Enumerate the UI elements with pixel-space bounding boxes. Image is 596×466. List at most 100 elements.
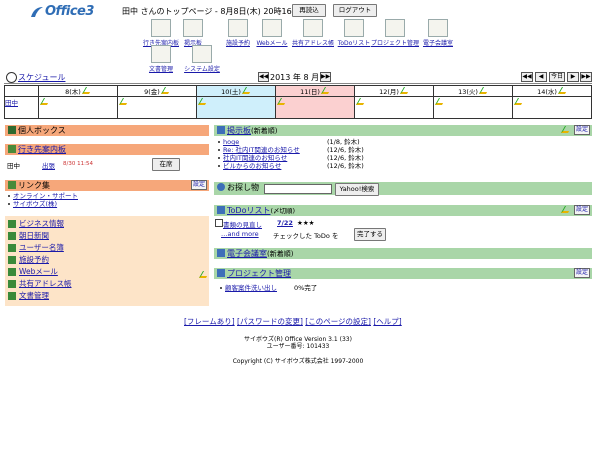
day-cell[interactable] bbox=[117, 96, 197, 119]
edit-icon[interactable] bbox=[276, 98, 289, 105]
app-webmail[interactable]: Webメール bbox=[254, 19, 290, 47]
todo-icon bbox=[217, 206, 225, 214]
month-label: 2013 年 8 月 bbox=[270, 73, 320, 82]
dest-status[interactable]: 出張 bbox=[42, 160, 55, 170]
schedule-title[interactable]: スケジュール bbox=[18, 72, 65, 83]
app-settings[interactable]: システム設定 bbox=[180, 45, 224, 73]
next-week-button[interactable]: ▶▶ bbox=[580, 72, 592, 82]
project-item[interactable]: 顧客案件洗い出し bbox=[220, 282, 277, 292]
menu-item[interactable]: 文書管理 bbox=[8, 290, 49, 301]
day-header[interactable]: 8(木) bbox=[38, 85, 118, 97]
prev-day-button[interactable]: ◀ bbox=[535, 72, 547, 82]
address-icon bbox=[303, 19, 323, 37]
prev-week-button[interactable]: ◀◀ bbox=[521, 72, 533, 82]
logout-button[interactable]: ログアウト bbox=[333, 4, 377, 17]
edit-icon[interactable] bbox=[434, 98, 447, 105]
day-header[interactable]: 9(金) bbox=[117, 85, 197, 97]
todo-item-title[interactable]: 書類の見直し bbox=[223, 219, 262, 229]
app-address-book[interactable]: 共有アドレス帳 bbox=[288, 19, 338, 47]
edit-icon[interactable] bbox=[39, 98, 52, 105]
menu-item[interactable]: ユーザー名簿 bbox=[8, 242, 64, 253]
project-icon bbox=[385, 19, 405, 37]
reload-button[interactable]: 再読込 bbox=[292, 4, 326, 17]
app-facility[interactable]: 施設予約 bbox=[218, 19, 258, 47]
day-cell[interactable] bbox=[354, 96, 434, 119]
app-meeting[interactable]: 電子会議室 bbox=[418, 19, 458, 47]
prev-month-button[interactable]: ◀◀ bbox=[258, 72, 269, 82]
menu-item[interactable]: 施設予約 bbox=[8, 254, 49, 265]
project-setting-button[interactable]: 設定 bbox=[573, 268, 590, 278]
links-setting-button[interactable]: 設定 bbox=[190, 180, 207, 190]
day-header[interactable]: 12(月) bbox=[354, 85, 434, 97]
edit-icon[interactable] bbox=[478, 87, 490, 94]
links-header: リンク集 設定 bbox=[5, 180, 209, 191]
personal-box-header: 個人ボックス bbox=[5, 125, 209, 136]
menu-item[interactable]: ビジネス情報 bbox=[8, 218, 64, 229]
bulletin-meta: (1/8, 鈴木) (12/6, 鈴木) (12/6, 鈴木) (12/6, 鈴… bbox=[327, 138, 364, 170]
edit-icon[interactable] bbox=[513, 98, 526, 105]
search-input[interactable] bbox=[264, 184, 332, 194]
day-cell[interactable] bbox=[512, 96, 592, 119]
day-header[interactable]: 13(火) bbox=[433, 85, 513, 97]
mail-icon bbox=[8, 268, 16, 276]
app-todo[interactable]: ToDoリスト bbox=[334, 19, 374, 47]
day-cell[interactable] bbox=[196, 96, 276, 119]
todo-item-date[interactable]: 7/22 bbox=[277, 219, 293, 227]
board-icon bbox=[151, 19, 171, 37]
edit-icon[interactable] bbox=[118, 98, 131, 105]
list-item[interactable]: サイボウズ(株) bbox=[8, 200, 78, 208]
list-item[interactable]: オンライン・サポート bbox=[8, 192, 78, 200]
settings-icon bbox=[192, 45, 212, 63]
edit-icon[interactable] bbox=[197, 98, 210, 105]
edit-icon[interactable] bbox=[320, 87, 332, 94]
app-project[interactable]: プロジェクト管理 bbox=[370, 19, 420, 47]
mail-icon bbox=[262, 19, 282, 37]
meeting-icon bbox=[217, 249, 225, 257]
app-document[interactable]: 文書管理 bbox=[141, 45, 181, 73]
page-settings-link[interactable]: [このページの設定] bbox=[305, 317, 371, 326]
password-change-link[interactable]: [パスワードの変更] bbox=[237, 317, 303, 326]
zaiseki-button[interactable]: 在席 bbox=[152, 158, 180, 171]
logo-text: Office3 bbox=[45, 4, 94, 19]
todo-setting-button[interactable]: 設定 bbox=[573, 205, 590, 215]
app-bulletin[interactable]: 掲示板 bbox=[173, 19, 213, 47]
project-progress: 0%完了 bbox=[294, 284, 318, 292]
links-list: オンライン・サポート サイボウズ(株) bbox=[8, 192, 78, 208]
edit-icon[interactable] bbox=[241, 87, 253, 94]
day-cell[interactable] bbox=[433, 96, 513, 119]
next-day-button[interactable]: ▶ bbox=[567, 72, 579, 82]
day-header[interactable]: 10(土) bbox=[196, 85, 276, 97]
todo-and-more[interactable]: …and more bbox=[221, 230, 259, 238]
news-icon bbox=[8, 232, 16, 240]
menu-item[interactable]: Webメール bbox=[8, 266, 58, 277]
edit-icon[interactable] bbox=[355, 98, 368, 105]
today-button[interactable]: 今日 bbox=[549, 72, 565, 82]
todo-done-button[interactable]: 完了する bbox=[354, 228, 386, 241]
menu-item[interactable]: 朝日新聞 bbox=[8, 230, 49, 241]
edit-icon[interactable] bbox=[160, 87, 172, 94]
help-link[interactable]: [ヘルプ] bbox=[373, 317, 401, 326]
bulletin-setting-button[interactable]: 設定 bbox=[573, 125, 590, 135]
dest-board-header: 行き先案内板 bbox=[5, 144, 209, 155]
day-header[interactable]: 14(水) bbox=[512, 85, 592, 97]
board-icon bbox=[8, 145, 16, 153]
todo-icon bbox=[344, 19, 364, 37]
address-icon bbox=[8, 280, 16, 288]
meeting-icon bbox=[428, 19, 448, 37]
search-icon bbox=[217, 183, 225, 191]
edit-icon[interactable] bbox=[557, 87, 569, 94]
frames-link[interactable]: [フレームあり] bbox=[184, 317, 235, 326]
schedule-grid: 8(木) 9(金) 10(土) 11(日) 12(月) 13(火) 14(水) … bbox=[4, 85, 592, 121]
day-cell[interactable] bbox=[275, 96, 355, 119]
yahoo-search-button[interactable]: Yahoo!検索 bbox=[335, 183, 379, 196]
bulletin-header: 掲示板(新着順) 設定 bbox=[214, 125, 592, 136]
edit-icon[interactable] bbox=[81, 87, 93, 94]
edit-icon[interactable] bbox=[399, 87, 411, 94]
next-month-button[interactable]: ▶▶ bbox=[320, 72, 331, 82]
user-cell[interactable]: 田中 bbox=[4, 96, 39, 119]
menu-item[interactable]: 共有アドレス帳 bbox=[8, 278, 72, 289]
todo-header: ToDoリスト(〆切順) 設定 bbox=[214, 205, 592, 216]
todo-checkbox[interactable] bbox=[215, 219, 223, 227]
day-cell[interactable] bbox=[38, 96, 118, 119]
day-header[interactable]: 11(日) bbox=[275, 85, 355, 97]
